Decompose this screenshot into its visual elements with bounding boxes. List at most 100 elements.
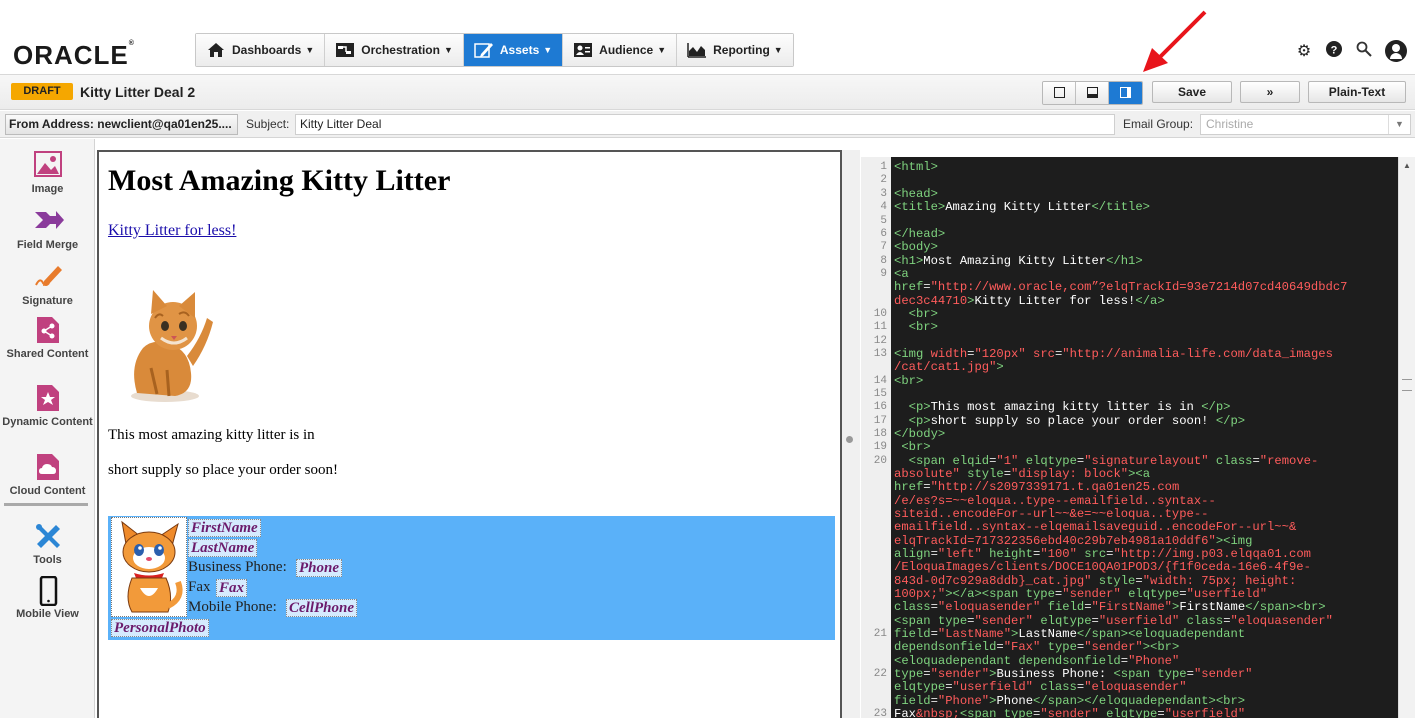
code-line[interactable]: /cat/cat1.jpg"> bbox=[894, 360, 1004, 374]
code-line[interactable]: <html> bbox=[894, 160, 938, 174]
code-line[interactable]: <h1>Most Amazing Kitty Litter</h1> bbox=[894, 254, 1143, 268]
email-link[interactable]: Kitty Litter for less! bbox=[108, 222, 236, 240]
last-name-field[interactable]: LastName bbox=[188, 539, 258, 557]
preview-view-button[interactable] bbox=[1076, 82, 1109, 104]
image-icon bbox=[33, 151, 62, 179]
code-line[interactable]: /EloquaImages/clients/DOCE10QA01POD3/{f1… bbox=[894, 560, 1311, 574]
subject-input[interactable]: Kitty Litter Deal bbox=[295, 114, 1115, 135]
chevron-down-icon: ▼ bbox=[657, 45, 667, 55]
code-line[interactable]: <p>This most amazing kitty litter is in … bbox=[894, 400, 1231, 414]
nav-dashboards[interactable]: Dashboards ▼ bbox=[196, 34, 326, 66]
line-number: 5 bbox=[880, 215, 887, 227]
line-number-gutter: 1 2 3 4 5 6 7 8 9 10 11 12 13 14 15 16 17 18 19 20 21 22 23 bbox=[861, 157, 891, 718]
signature-block[interactable]: FirstName LastName Business Phone: Phone… bbox=[108, 516, 835, 640]
line-number: 21 bbox=[873, 628, 887, 640]
email-group-select[interactable]: Christine ▼ bbox=[1200, 114, 1411, 135]
line-number: 17 bbox=[873, 415, 887, 427]
nav-reporting[interactable]: Reporting ▼ bbox=[677, 34, 793, 66]
line-number: 14 bbox=[873, 375, 887, 387]
email-paragraph[interactable]: This most amazing kitty litter is in bbox=[108, 427, 315, 444]
line-number: 20 bbox=[873, 455, 887, 467]
sidebar-item-signature[interactable]: Signature bbox=[0, 263, 95, 308]
help-icon[interactable]: ? bbox=[1325, 40, 1343, 62]
fax-field[interactable]: Fax bbox=[216, 579, 248, 597]
oracle-logo[interactable]: ORACLE® bbox=[13, 40, 135, 71]
sidebar-item-mobile-view[interactable]: Mobile View bbox=[0, 575, 95, 621]
code-line[interactable]: href="http://www.oracle,com”?elqTrackId=… bbox=[894, 280, 1347, 294]
line-number: 15 bbox=[873, 388, 887, 400]
chart-icon bbox=[687, 41, 707, 59]
code-line[interactable]: <title>Amazing Kitty Litter</title> bbox=[894, 200, 1150, 214]
gear-icon[interactable]: ⚙ bbox=[1295, 41, 1313, 61]
line-number: 22 bbox=[873, 668, 887, 680]
kitten-image[interactable] bbox=[115, 278, 215, 408]
fax-label: Fax bbox=[188, 579, 211, 595]
sidebar-item-label: Tools bbox=[33, 554, 62, 566]
from-address-button[interactable]: From Address: newclient@qa01en25.... bbox=[5, 114, 238, 135]
home-icon bbox=[206, 41, 226, 59]
cellphone-field[interactable]: CellPhone bbox=[286, 599, 358, 617]
code-scrollbar[interactable]: ▲ bbox=[1398, 157, 1415, 718]
sidebar-item-shared-content[interactable]: Shared Content bbox=[0, 316, 95, 361]
pane-splitter[interactable] bbox=[842, 150, 860, 718]
code-line[interactable]: class="eloquasender" field="FirstName">F… bbox=[894, 600, 1326, 614]
design-view-button[interactable] bbox=[1043, 82, 1076, 104]
scrollbar-thumb[interactable] bbox=[1402, 379, 1412, 391]
page-title[interactable]: Kitty Litter Deal 2 bbox=[80, 84, 195, 100]
first-name-field[interactable]: FirstName bbox=[188, 519, 261, 537]
code-line[interactable]: emailfield..syntax--elqemailsaveguid..en… bbox=[894, 520, 1296, 534]
chevron-down-icon: ▼ bbox=[773, 45, 783, 55]
chevron-down-icon[interactable]: ▼ bbox=[1388, 115, 1410, 134]
nav-assets[interactable]: Assets ▼ bbox=[463, 34, 564, 66]
sidebar-item-dynamic-content[interactable]: Dynamic Content bbox=[0, 384, 95, 429]
email-paragraph[interactable]: short supply so place your order soon! bbox=[108, 462, 338, 479]
line-number: 9 bbox=[880, 268, 887, 280]
plain-text-button[interactable]: Plain-Text bbox=[1308, 81, 1406, 103]
code-line[interactable]: Fax&nbsp;<span type="sender" elqtype="us… bbox=[894, 707, 1245, 718]
more-actions-button[interactable]: » bbox=[1240, 81, 1300, 103]
phone-field[interactable]: Phone bbox=[296, 559, 343, 577]
line-number: 19 bbox=[873, 441, 887, 453]
code-line[interactable]: <br> bbox=[894, 374, 923, 388]
sidebar-item-image[interactable]: Image bbox=[0, 151, 95, 196]
header-utility-icons: ⚙ ? bbox=[1295, 40, 1407, 62]
nav-audience[interactable]: Audience ▼ bbox=[563, 34, 678, 66]
line-number: 18 bbox=[873, 428, 887, 440]
sidebar-item-label: Shared Content bbox=[6, 348, 89, 360]
line-number: 8 bbox=[880, 255, 887, 267]
code-line[interactable]: <br> bbox=[894, 440, 930, 454]
email-heading[interactable]: Most Amazing Kitty Litter bbox=[108, 164, 450, 198]
save-button[interactable]: Save bbox=[1152, 81, 1232, 103]
sidebar-item-tools[interactable]: Tools bbox=[0, 522, 95, 567]
sidebar-item-label: Cloud Content bbox=[9, 485, 86, 497]
code-line[interactable]: href="http://s2097339171.t.qa01en25.com bbox=[894, 480, 1179, 494]
email-design-canvas[interactable]: Most Amazing Kitty Litter Kitty Litter f… bbox=[97, 150, 842, 718]
document-toolbar: DRAFT Kitty Litter Deal 2 Save » Plain-T… bbox=[0, 74, 1415, 110]
sidebar-item-cloud-content[interactable]: Cloud Content bbox=[0, 453, 95, 498]
code-line[interactable]: dependsonfield="Fax" type="sender"><br> bbox=[894, 640, 1179, 654]
source-view-button[interactable] bbox=[1109, 82, 1142, 104]
chevron-down-icon: ▼ bbox=[443, 45, 453, 55]
sidebar-item-field-merge[interactable]: Field Merge bbox=[0, 207, 95, 252]
line-number: 1 bbox=[880, 161, 887, 173]
search-icon[interactable] bbox=[1355, 41, 1373, 62]
splitter-handle[interactable] bbox=[846, 436, 853, 443]
line-number: 16 bbox=[873, 401, 887, 413]
code-line[interactable]: elqtype="userfield" class="eloquasender" bbox=[894, 680, 1187, 694]
line-number: 6 bbox=[880, 228, 887, 240]
subject-label: Subject: bbox=[246, 117, 290, 131]
nav-orchestration[interactable]: Orchestration ▼ bbox=[325, 34, 464, 66]
nav-audience-label: Audience bbox=[599, 43, 654, 57]
code-line[interactable]: <br> bbox=[894, 320, 938, 334]
user-icon[interactable] bbox=[1385, 40, 1407, 62]
line-number: 7 bbox=[880, 241, 887, 253]
code-line[interactable]: <body> bbox=[894, 240, 938, 254]
personal-photo-field[interactable]: PersonalPhoto bbox=[111, 619, 209, 637]
business-phone-label: Business Phone: bbox=[188, 559, 287, 575]
signature-cat-image[interactable] bbox=[111, 517, 187, 617]
nav-orchestration-label: Orchestration bbox=[361, 43, 440, 57]
html-source-editor[interactable]: 1 2 3 4 5 6 7 8 9 10 11 12 13 14 15 16 17 18 19 20 21 22 23 <h… bbox=[861, 157, 1398, 718]
line-number: 4 bbox=[880, 201, 887, 213]
scroll-up-icon[interactable]: ▲ bbox=[1403, 161, 1411, 170]
code-line[interactable]: <p>short supply so place your order soon… bbox=[894, 414, 1245, 428]
